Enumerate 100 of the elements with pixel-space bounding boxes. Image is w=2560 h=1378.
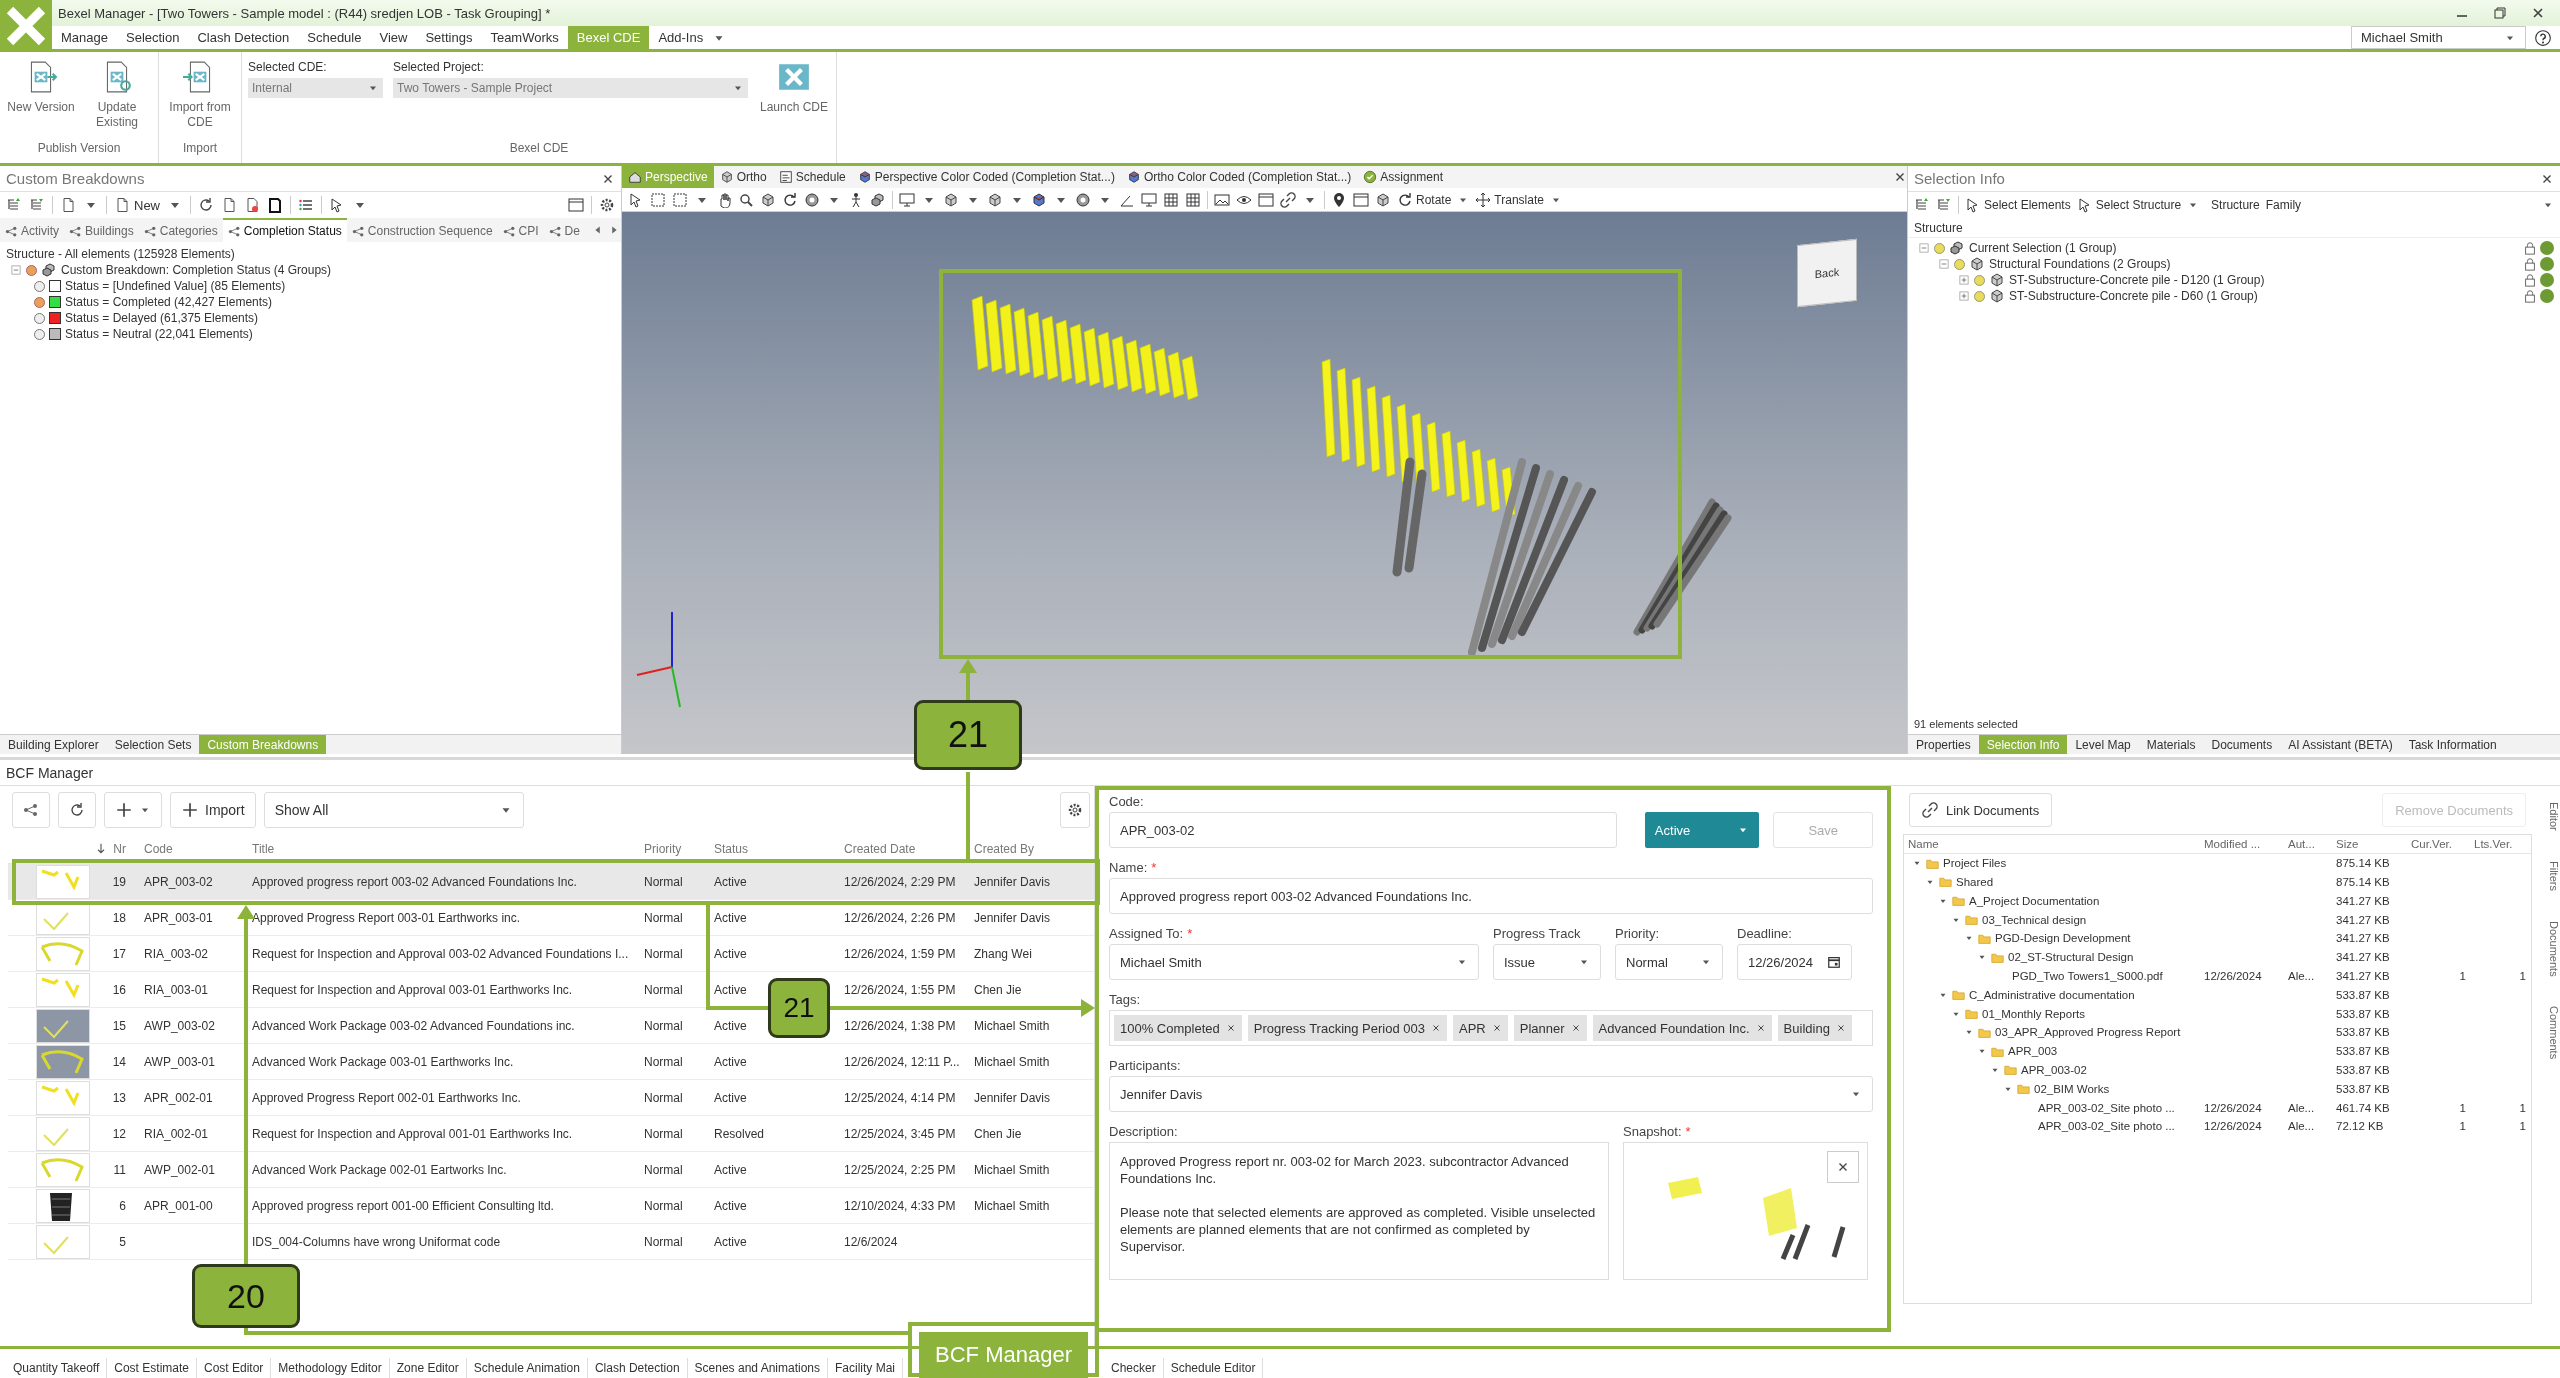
issue-row[interactable]: 5 IDS_004-Columns have wrong Uniformat code Normal Active 12/6/2024 xyxy=(8,1224,1094,1260)
column-header[interactable]: Aut... xyxy=(2284,837,2332,850)
cube-icon[interactable] xyxy=(1375,191,1391,208)
document-icon[interactable] xyxy=(60,197,76,213)
add-button[interactable] xyxy=(104,792,162,828)
model-tab[interactable]: Ortho Color Coded (Completion Stat...) xyxy=(1120,166,1358,188)
module-tab[interactable]: Quantity Takeoff xyxy=(6,1358,108,1378)
collapse-tree-icon[interactable] xyxy=(1936,197,1952,213)
assigned-dropdown[interactable]: Michael Smith xyxy=(1109,944,1479,980)
module-tab[interactable]: Schedule Editor xyxy=(1163,1358,1264,1378)
column-header[interactable]: Modified ... xyxy=(2200,837,2284,850)
tags-field[interactable]: 100% Completed Progress Tracking Period 003 APR Planner Advanced Foundation Inc. Building xyxy=(1109,1010,1873,1046)
issue-row[interactable]: 11 AWP_002-01 Advanced Work Package 002-01 Eartworks Inc. Normal Active 12/25/2024, 2:25 PM Michael Smith xyxy=(8,1152,1094,1188)
file-name[interactable]: APR_003-02 xyxy=(2021,1063,2087,1076)
ribbon-button[interactable]: New Version xyxy=(6,56,76,141)
column-header[interactable]: Status xyxy=(706,841,836,856)
ribbon-button[interactable]: Update Existing xyxy=(82,56,152,141)
file-name[interactable]: Project Files xyxy=(1943,857,2007,870)
tree-item[interactable]: Status = Neutral (22,041 Elements) xyxy=(65,326,253,342)
tree-item[interactable]: ST-Substructure-Concrete pile - D120 (1 Group) xyxy=(2009,273,2265,287)
visibility-dot[interactable] xyxy=(34,296,45,308)
target-icon[interactable] xyxy=(1075,191,1091,208)
panel-tab[interactable]: Building Explorer xyxy=(0,735,107,754)
column-header[interactable]: Title xyxy=(244,841,636,856)
select-structure-button[interactable]: Select Structure xyxy=(2076,197,2182,213)
link-icon[interactable] xyxy=(1280,191,1296,208)
tree-item[interactable]: Custom Breakdown: Completion Status (4 Groups) xyxy=(61,262,332,278)
module-tab[interactable]: Schedule Animation xyxy=(466,1358,588,1378)
cube-icon[interactable] xyxy=(987,191,1003,208)
panel-tab[interactable]: Level Map xyxy=(2067,735,2139,754)
tag-chip[interactable]: Planner xyxy=(1513,1015,1587,1041)
collapse-tree-icon[interactable] xyxy=(29,197,45,213)
file-name[interactable]: APR_003-02_Site photo ... xyxy=(2038,1101,2175,1114)
breakdown-tab[interactable]: Construction Sequence xyxy=(346,218,498,242)
column-header[interactable]: Priority xyxy=(636,841,706,856)
tree-item[interactable]: Structural Foundations (2 Groups) xyxy=(1989,257,2171,271)
import-button[interactable]: Import xyxy=(170,792,256,828)
issue-row[interactable]: 19 APR_003-02 Approved progress report 003-02 Advanced Foundations Inc. Normal Active 12/26/2024, 2:29 PM Jennifer Davis xyxy=(8,864,1094,900)
grid-icon[interactable] xyxy=(1163,191,1179,208)
tree-item[interactable]: Status = Completed (42,427 Elements) xyxy=(65,294,273,310)
module-tab[interactable]: Facility Mai xyxy=(828,1358,904,1378)
lock-icon[interactable] xyxy=(2523,257,2537,271)
lock-icon[interactable] xyxy=(2523,241,2537,255)
structure-dropdown[interactable]: Family xyxy=(2265,195,2554,215)
tree-item[interactable]: ST-Substructure-Concrete pile - D60 (1 Group) xyxy=(2009,289,2258,303)
menu-tab[interactable]: View xyxy=(370,26,417,49)
project-dropdown[interactable]: Two Towers - Sample Project xyxy=(393,78,748,98)
tree-item[interactable]: Current Selection (1 Group) xyxy=(1969,241,2117,255)
cde-dropdown[interactable]: Internal xyxy=(248,78,383,98)
issue-row[interactable]: 18 APR_003-01 Approved Progress Report 003-01 Earthworks inc. Normal Active 12/26/2024, 2:26 PM Jennifer Davis xyxy=(8,900,1094,936)
priority-dropdown[interactable]: Normal xyxy=(1615,944,1723,980)
side-tab[interactable]: Editor xyxy=(2538,802,2560,831)
restore-icon[interactable] xyxy=(2492,5,2508,21)
participants-dropdown[interactable]: Jennifer Davis xyxy=(1109,1076,1873,1112)
visibility-dot[interactable] xyxy=(34,280,45,292)
menu-tab[interactable]: Settings xyxy=(416,26,482,49)
side-tab[interactable]: Comments xyxy=(2538,1006,2560,1060)
remove-icon[interactable] xyxy=(1225,1023,1236,1033)
visibility-dot[interactable] xyxy=(34,328,45,340)
expand-tree-icon[interactable] xyxy=(6,197,22,213)
side-tab[interactable]: Documents xyxy=(2538,920,2560,977)
file-name[interactable]: A_Project Documentation xyxy=(1969,894,2100,907)
menu-tab[interactable]: Schedule xyxy=(298,26,371,49)
menu-tab[interactable]: TeamWorks xyxy=(481,26,568,49)
document-icon[interactable] xyxy=(267,197,283,213)
list-icon[interactable] xyxy=(298,197,314,213)
select-box-icon[interactable] xyxy=(672,191,688,208)
lock-icon[interactable] xyxy=(2523,289,2537,303)
panel-tab[interactable]: Materials xyxy=(2138,735,2204,754)
module-tab[interactable]: Checker xyxy=(1104,1358,1164,1378)
expand-tree-icon[interactable] xyxy=(1914,197,1930,213)
model-tab[interactable]: Assignment xyxy=(1357,166,1449,188)
zoom-icon[interactable] xyxy=(738,191,754,208)
new-button[interactable]: New xyxy=(114,197,160,213)
ribbon-button[interactable]: Import from CDE xyxy=(165,56,235,141)
orbit-icon[interactable] xyxy=(782,191,798,208)
delete-document-icon[interactable] xyxy=(244,197,260,213)
cubes-icon[interactable] xyxy=(870,191,886,208)
visibility-dot[interactable] xyxy=(34,312,45,324)
help-icon[interactable] xyxy=(2534,28,2552,47)
breakdown-tab[interactable]: CPI xyxy=(497,218,544,242)
network-button[interactable] xyxy=(12,792,50,828)
panel-tab[interactable]: Properties xyxy=(1908,735,1979,754)
launch-cde-button[interactable]: Launch CDE xyxy=(758,56,830,141)
breakdown-tab[interactable]: Completion Status xyxy=(222,218,347,242)
file-name[interactable]: 03_Technical design xyxy=(1982,913,2087,926)
panel-tab[interactable]: Task Information xyxy=(2400,735,2505,754)
expand-icon[interactable] xyxy=(1958,290,1970,302)
tag-chip[interactable]: Building xyxy=(1777,1015,1852,1041)
select-box-icon[interactable] xyxy=(650,191,666,208)
view-cube[interactable]: Back xyxy=(1797,238,1857,308)
select-elements-button[interactable]: Select Elements xyxy=(1965,197,2071,213)
deadline-field[interactable]: 12/26/2024 xyxy=(1737,944,1852,980)
window-icon[interactable] xyxy=(1353,191,1369,208)
breakdown-tab[interactable]: Activity xyxy=(0,218,64,242)
module-tab[interactable]: Cost Editor xyxy=(197,1358,272,1378)
column-header[interactable]: Nr xyxy=(96,841,136,856)
file-name[interactable]: C_Administrative documentation xyxy=(1969,988,2135,1001)
file-name[interactable]: APR_003 xyxy=(2008,1045,2058,1058)
tree-item[interactable]: Status = [Undefined Value] (85 Elements) xyxy=(65,278,286,294)
